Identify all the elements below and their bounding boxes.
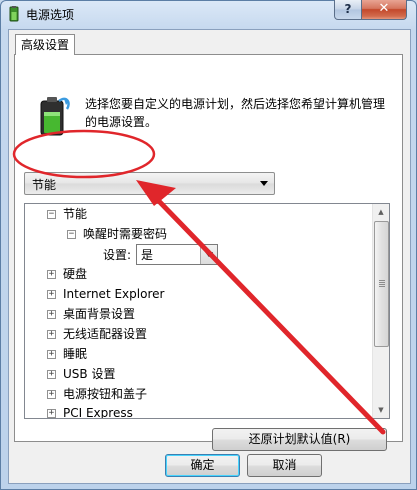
setting-label: 设置:: [103, 248, 132, 262]
cancel-button[interactable]: 取消: [247, 454, 322, 477]
grip-icon: [379, 280, 385, 287]
tree-item-label: 电源按钮和盖子: [63, 387, 148, 401]
tree-item-label: USB 设置: [63, 367, 116, 381]
window-title: 电源选项: [26, 8, 75, 22]
chevron-down-icon: [205, 252, 213, 257]
plan-description: 选择您要自定义的电源计划，然后选择您希望计算机管理的电源设置。: [85, 97, 386, 129]
chevron-down-icon: [260, 181, 268, 186]
title-bar: 电源选项 ? ✕: [0, 0, 417, 28]
expand-icon[interactable]: +: [47, 370, 56, 379]
power-plan-selected: 节能: [32, 178, 57, 192]
expand-icon[interactable]: +: [47, 409, 56, 418]
setting-value-dropdown[interactable]: 是: [136, 244, 218, 265]
scroll-up-icon[interactable]: ▲: [373, 204, 389, 220]
tab-advanced-settings[interactable]: 高级设置: [15, 34, 76, 55]
tree-item-label: 桌面背景设置: [63, 307, 136, 321]
tree-item-label: 硬盘: [63, 267, 88, 281]
expand-icon[interactable]: +: [47, 330, 56, 339]
close-button[interactable]: ✕: [361, 0, 407, 20]
expand-icon[interactable]: +: [47, 390, 56, 399]
restore-defaults-button[interactable]: 还原计划默认值(R): [212, 428, 387, 451]
power-plan-dropdown[interactable]: 节能: [24, 172, 275, 195]
advanced-settings-panel: 选择您要自定义的电源计划，然后选择您希望计算机管理的电源设置。 节能 − 节能 …: [14, 54, 403, 451]
power-settings-tree[interactable]: − 节能 − 唤醒时需要密码 设置: 是 + 硬盘 + Internet Exp…: [24, 203, 390, 419]
collapse-icon[interactable]: −: [47, 210, 56, 219]
collapse-icon[interactable]: −: [67, 230, 76, 239]
expand-icon[interactable]: +: [47, 290, 56, 299]
dropdown-button[interactable]: [200, 245, 217, 264]
setting-value: 是: [141, 248, 154, 262]
battery-icon: [40, 97, 70, 136]
expand-icon[interactable]: +: [47, 350, 56, 359]
scroll-down-icon[interactable]: ▼: [373, 402, 389, 418]
tree-item-label: Internet Explorer: [63, 287, 165, 301]
tree-item-label: 睡眠: [63, 347, 88, 361]
power-options-icon: [9, 6, 19, 22]
tree-item-label: 节能: [63, 207, 88, 221]
tree-item-label: 无线适配器设置: [63, 327, 148, 341]
expand-icon[interactable]: +: [47, 310, 56, 319]
expand-icon[interactable]: +: [47, 270, 56, 279]
help-button[interactable]: ?: [334, 0, 362, 20]
dialog-client-area: 高级设置 选择您要自定义的电源计划，然后选择您希望计算机管理的电源设置。 节能 …: [8, 29, 411, 484]
tree-item-label: PCI Express: [63, 406, 133, 419]
tree-scrollbar[interactable]: ▲ ▼: [372, 204, 389, 418]
scroll-thumb[interactable]: [374, 221, 389, 347]
tree-item-label: 唤醒时需要密码: [83, 227, 168, 241]
ok-button[interactable]: 确定: [165, 454, 240, 477]
